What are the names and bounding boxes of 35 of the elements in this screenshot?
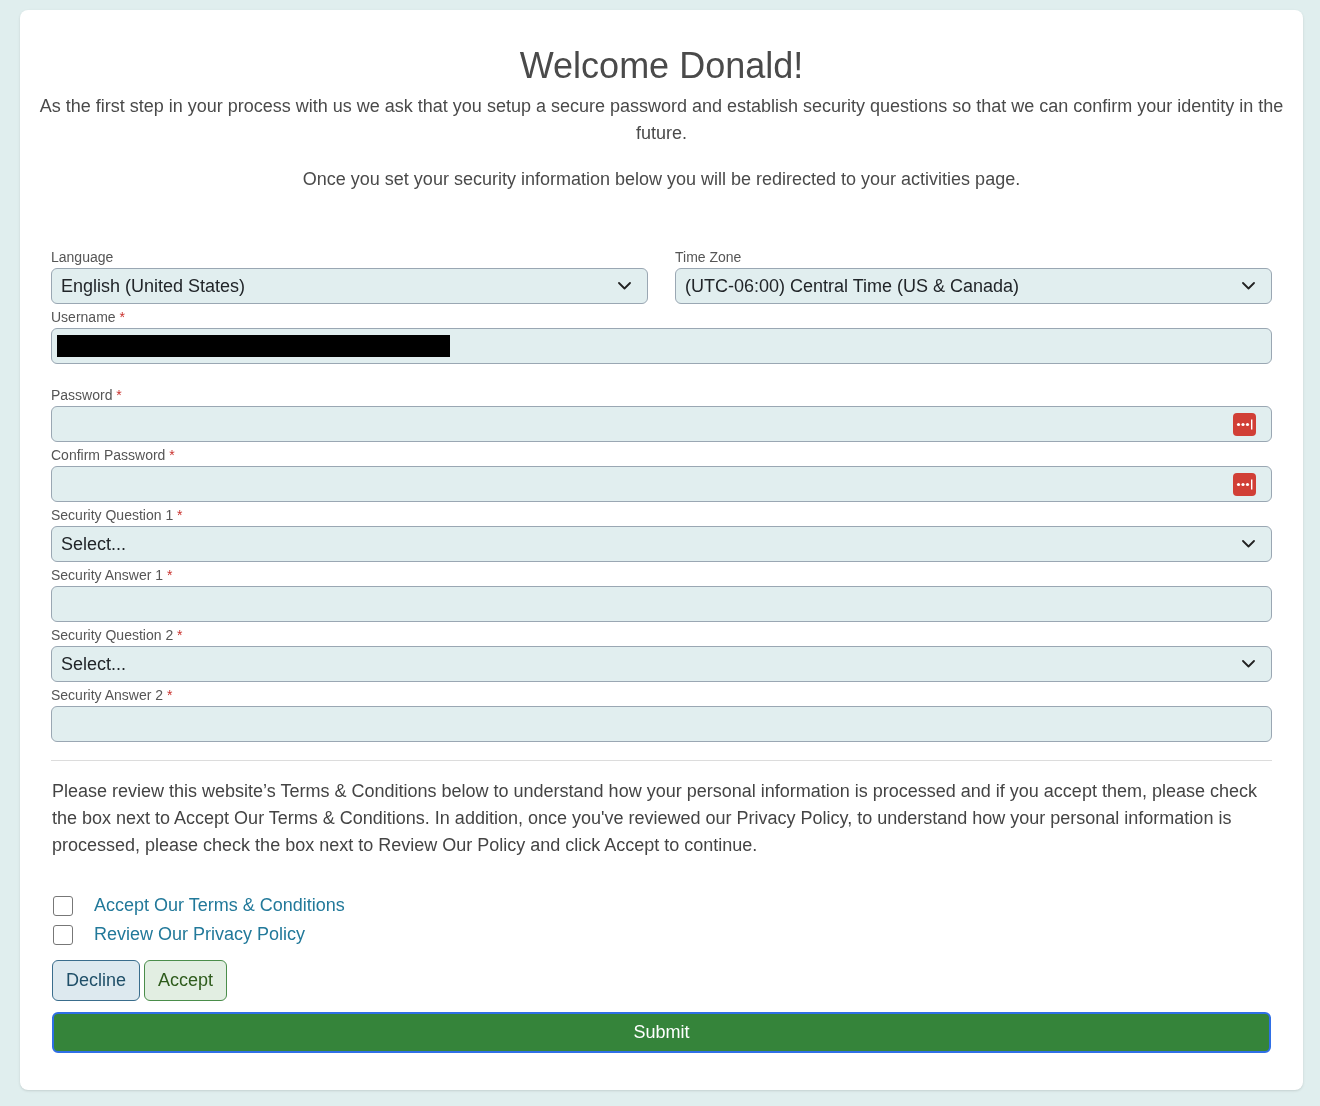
checkbox[interactable] xyxy=(53,895,73,916)
chevron-down-icon xyxy=(1242,282,1255,290)
checkbox-label[interactable]: Accept Our Terms & Conditions xyxy=(94,892,345,919)
field-label: Security Answer 2 * xyxy=(51,686,173,705)
page-title: Welcome Donald! xyxy=(518,44,805,87)
field-label: Security Answer 1 * xyxy=(51,566,173,585)
note-text: Once you set your security information below you will be redirected to your activities page. xyxy=(301,168,1022,191)
dropdown-select[interactable]: Select... xyxy=(51,646,1272,682)
accept-button[interactable]: Accept xyxy=(144,960,228,1001)
field-label: Security Question 2 * xyxy=(51,626,183,645)
checkbox-label[interactable]: Review Our Privacy Policy xyxy=(94,921,306,948)
intro-text: As the first step in your process with us we ask that you setup a secure password and establish security questions so that we can confirm your identity in the future. xyxy=(38,95,1285,145)
password-input[interactable] xyxy=(51,406,1272,442)
password-dots-icon[interactable] xyxy=(1233,472,1256,496)
field-label: Security Question 1 * xyxy=(51,506,183,525)
field-label: Time Zone xyxy=(675,248,742,267)
text-input[interactable] xyxy=(51,586,1272,622)
consent-text: Please review this website’s Terms & Conditions below to understand how your personal information is processed and if you accept them, please check the box next to Accept Our Terms & Conditions. In addition, once you've reviewed our Privacy Policy, to understand how your personal information is processed, please check the box next to Review Our Policy and click Accept to continue. xyxy=(51,780,1258,857)
dropdown-select[interactable]: (UTC-06:00) Central Time (US & Canada) xyxy=(675,268,1272,304)
field-label: Confirm Password * xyxy=(51,446,175,465)
decline-button[interactable]: Decline xyxy=(52,960,141,1001)
chevron-down-icon xyxy=(1242,540,1255,548)
dropdown-select[interactable]: English (United States) xyxy=(51,268,648,304)
field-label: Language xyxy=(51,248,114,267)
password-input[interactable] xyxy=(51,466,1272,502)
chevron-down-icon xyxy=(1242,660,1255,668)
submit-button[interactable]: Submit xyxy=(52,1012,1271,1053)
field-label: Password * xyxy=(51,386,122,405)
dropdown-select[interactable]: Select... xyxy=(51,526,1272,562)
password-dots-icon[interactable] xyxy=(1233,412,1256,436)
text-input[interactable] xyxy=(51,328,1272,364)
chevron-down-icon xyxy=(618,282,631,290)
field-label: Username * xyxy=(51,308,125,327)
text-input[interactable] xyxy=(51,706,1272,742)
checkbox[interactable] xyxy=(53,924,73,945)
